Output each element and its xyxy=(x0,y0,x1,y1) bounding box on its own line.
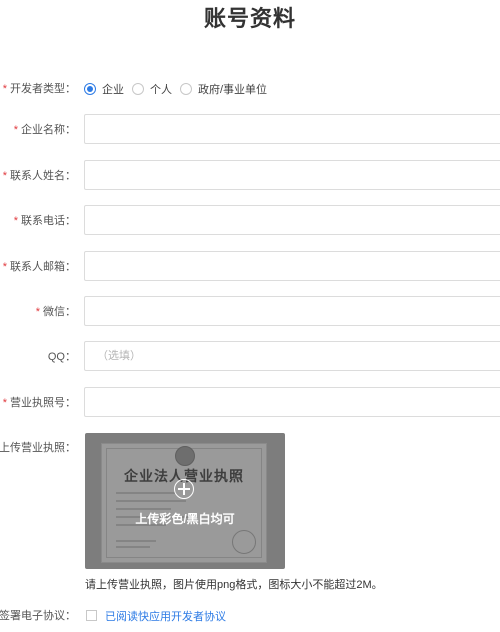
wechat-row: * 微信： xyxy=(0,296,500,328)
national-emblem-icon xyxy=(175,446,195,466)
agreement-label: 签署电子协议： xyxy=(0,610,76,622)
radio-dot-icon xyxy=(132,83,144,95)
company-name-label: * 企业名称： xyxy=(13,124,76,136)
contact-phone-row: * 联系电话： xyxy=(0,205,500,237)
license-number-label: * 营业执照号： xyxy=(2,397,76,409)
required-mark: * xyxy=(2,83,7,95)
license-number-row: * 营业执照号： xyxy=(0,387,500,419)
page-title: 账号资料 xyxy=(203,6,296,31)
contact-email-label: * 联系人邮箱： xyxy=(2,261,76,273)
required-mark: * xyxy=(35,306,40,318)
radio-label: 政府/事业单位 xyxy=(198,84,268,96)
developer-type-label: * 开发者类型： xyxy=(2,83,76,95)
developer-type-row: * 开发者类型： 企业 个人 政府/事业单位 xyxy=(0,73,500,105)
plus-circle-icon xyxy=(174,479,194,499)
license-upload-area[interactable]: 企业法人营业执照 上传彩色/黑白均可 xyxy=(85,433,285,569)
required-mark: * xyxy=(13,215,18,227)
radio-dot-icon xyxy=(84,83,96,95)
company-name-input[interactable] xyxy=(84,114,500,144)
required-mark: * xyxy=(2,261,7,273)
agreement-checkbox[interactable] xyxy=(86,610,97,621)
radio-label: 企业 xyxy=(102,84,124,96)
agreement-row: 签署电子协议： xyxy=(0,600,500,632)
license-upload-label: 上传营业执照： xyxy=(0,442,76,454)
radio-enterprise[interactable]: 企业 xyxy=(84,81,124,97)
agreement-link[interactable]: 已阅读快应用开发者协议 xyxy=(105,608,226,624)
qq-row: QQ： xyxy=(0,341,500,373)
radio-government[interactable]: 政府/事业单位 xyxy=(180,81,267,97)
upload-text: 上传彩色/黑白均可 xyxy=(135,512,235,526)
radio-individual[interactable]: 个人 xyxy=(132,81,172,97)
contact-email-input[interactable] xyxy=(84,251,500,281)
wechat-input[interactable] xyxy=(84,296,500,326)
qq-label: QQ： xyxy=(47,351,76,363)
contact-name-input[interactable] xyxy=(84,160,500,190)
wechat-label: * 微信： xyxy=(35,306,76,318)
upload-hint: 请上传营业执照，图片使用png格式，图标大小不能超过2M。 xyxy=(85,579,383,591)
required-mark: * xyxy=(2,170,7,182)
company-name-row: * 企业名称： xyxy=(0,114,500,146)
contact-phone-label: * 联系电话： xyxy=(13,215,76,227)
radio-dot-icon xyxy=(180,83,192,95)
contact-phone-input[interactable] xyxy=(84,205,500,235)
required-mark: * xyxy=(2,397,7,409)
license-number-input[interactable] xyxy=(84,387,500,417)
developer-type-radio-group: 企业 个人 政府/事业单位 xyxy=(84,73,275,105)
qq-input[interactable] xyxy=(84,341,500,371)
contact-email-row: * 联系人邮箱： xyxy=(0,251,500,283)
radio-label: 个人 xyxy=(150,84,172,96)
license-sample-image: 企业法人营业执照 xyxy=(101,443,267,563)
required-mark: * xyxy=(13,124,18,136)
seal-icon xyxy=(232,530,256,554)
contact-name-row: * 联系人姓名： xyxy=(0,160,500,192)
contact-name-label: * 联系人姓名： xyxy=(2,170,76,182)
